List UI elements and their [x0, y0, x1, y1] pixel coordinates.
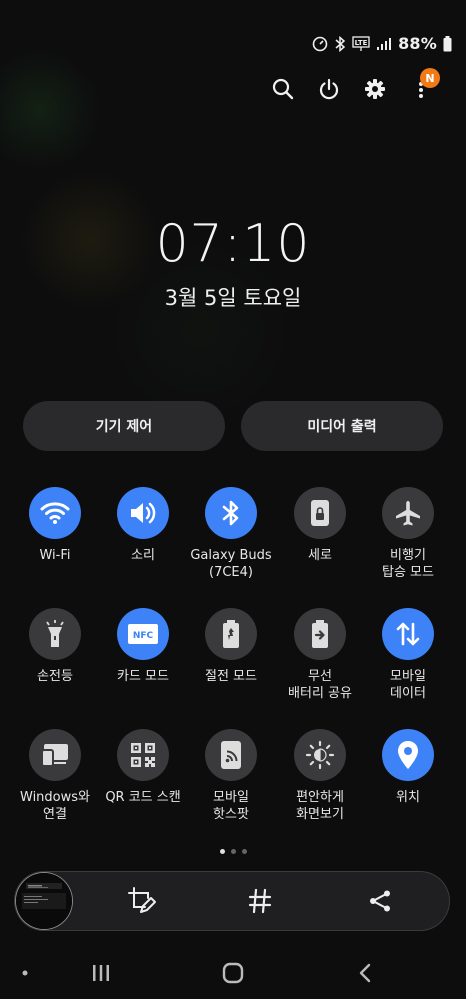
device-control-button[interactable]: 기기 제어	[23, 401, 225, 451]
screenshot-toolbar	[14, 871, 450, 931]
tile-label: 편안하게 화면보기	[296, 790, 344, 822]
tile-portrait[interactable]: 세로	[274, 487, 366, 564]
media-output-button[interactable]: 미디어 출력	[241, 401, 443, 451]
notification-badge: N	[420, 68, 440, 88]
volte-icon: LTE	[352, 35, 370, 51]
tile-location[interactable]: 위치	[362, 729, 454, 806]
search-icon[interactable]	[268, 74, 298, 104]
tile-bluetooth[interactable]: Galaxy Buds (7CE4)	[185, 487, 277, 581]
link-to-windows-icon	[29, 729, 81, 781]
qr-code-icon	[117, 729, 169, 781]
power-icon[interactable]	[314, 74, 344, 104]
recents-icon	[93, 965, 109, 981]
portrait-lock-icon	[294, 487, 346, 539]
indicator-dot	[18, 956, 32, 990]
back-icon	[359, 963, 371, 983]
eye-comfort-icon	[294, 729, 346, 781]
tile-label: 무선 배터리 공유	[288, 669, 352, 701]
tile-wifi[interactable]: Wi-Fi	[9, 487, 101, 564]
crop-edit-icon	[128, 887, 156, 913]
mobile-data-icon	[382, 608, 434, 660]
back-button[interactable]	[350, 956, 380, 990]
tile-label: QR 코드 스캔	[105, 790, 181, 805]
tile-qr-scan[interactable]: QR 코드 스캔	[97, 729, 189, 806]
nfc-card-icon: NFC	[117, 608, 169, 660]
tile-flashlight[interactable]: 손전등	[9, 608, 101, 685]
page-dot[interactable]	[219, 849, 225, 854]
wireless-powershare-icon	[294, 608, 346, 660]
tile-label: 위치	[396, 790, 420, 805]
tile-label: Windows와 연결	[20, 790, 90, 822]
tile-card-mode[interactable]: NFC 카드 모드	[97, 608, 189, 685]
tile-power-saving[interactable]: 절전 모드	[185, 608, 277, 685]
battery-saver-icon	[205, 608, 257, 660]
tile-label: 비행기 탑승 모드	[382, 548, 434, 580]
tile-label: 모바일 데이터	[390, 669, 426, 701]
airplane-icon	[382, 487, 434, 539]
navigation-bar	[0, 956, 466, 990]
share-button[interactable]	[364, 885, 396, 917]
location-icon	[382, 729, 434, 781]
recents-button[interactable]	[86, 956, 116, 990]
hotspot-icon	[205, 729, 257, 781]
tile-label: 세로	[308, 548, 332, 563]
flashlight-icon	[29, 608, 81, 660]
tile-label: 모바일 핫스팟	[213, 790, 249, 822]
battery-icon	[443, 35, 452, 51]
sound-icon	[117, 487, 169, 539]
page-dot[interactable]	[230, 849, 236, 854]
signal-icon	[377, 37, 392, 50]
quick-panel-actions: N	[0, 68, 466, 104]
hashtag-icon	[248, 888, 272, 914]
tile-label: Galaxy Buds (7CE4)	[190, 548, 272, 580]
bluetooth-icon	[335, 35, 346, 52]
tile-wireless-powershare[interactable]: 무선 배터리 공유	[274, 608, 366, 702]
tile-label: Wi-Fi	[39, 548, 71, 563]
crop-edit-button[interactable]	[126, 885, 158, 917]
nfc-badge-text: NFC	[133, 631, 154, 641]
tile-link-to-windows[interactable]: Windows와 연결	[9, 729, 101, 823]
clock-date: 3월 5일 토요일	[164, 286, 302, 310]
page-dot[interactable]	[241, 849, 247, 854]
share-icon	[370, 890, 390, 912]
bluetooth-icon	[205, 487, 257, 539]
clock-time: 07:10	[155, 214, 311, 274]
data-saver-icon	[312, 36, 328, 51]
tile-sound[interactable]: 소리	[97, 487, 189, 564]
tile-mobile-hotspot[interactable]: 모바일 핫스팟	[185, 729, 277, 823]
tile-label: 절전 모드	[205, 669, 257, 684]
tag-button[interactable]	[244, 885, 276, 917]
screenshot-thumbnail[interactable]	[16, 873, 72, 929]
home-button[interactable]	[218, 956, 248, 990]
tile-airplane[interactable]: 비행기 탑승 모드	[362, 487, 454, 581]
tile-label: 소리	[131, 548, 155, 563]
status-bar: LTE 88%	[312, 34, 452, 53]
tile-label: 카드 모드	[117, 669, 169, 684]
page-indicator	[0, 849, 466, 854]
tile-mobile-data[interactable]: 모바일 데이터	[362, 608, 454, 702]
tile-label: 손전등	[37, 669, 73, 684]
home-icon	[222, 962, 244, 984]
wifi-icon	[29, 487, 81, 539]
svg-text:LTE: LTE	[355, 39, 368, 47]
settings-icon[interactable]	[360, 74, 390, 104]
more-options-button[interactable]: N	[406, 68, 440, 104]
tile-eye-comfort[interactable]: 편안하게 화면보기	[274, 729, 366, 823]
battery-percentage: 88%	[398, 34, 437, 53]
